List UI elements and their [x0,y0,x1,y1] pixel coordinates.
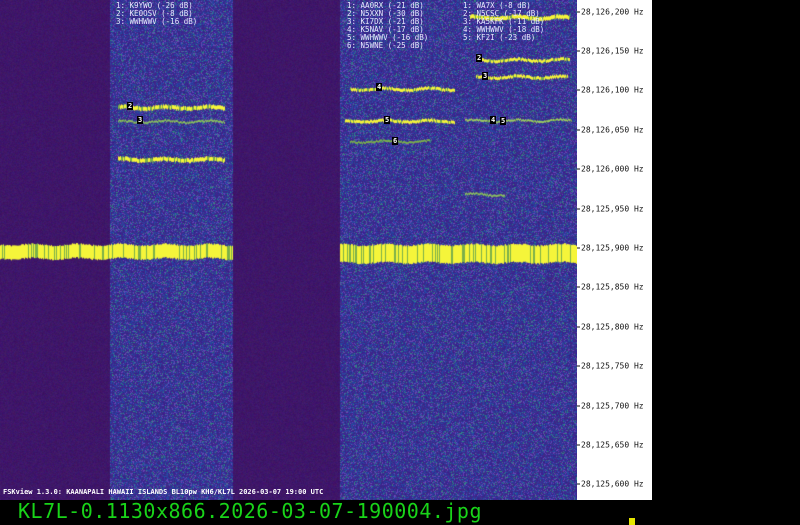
trace-marker: 5 [500,117,506,125]
axis-label: 28,126,000 Hz [577,165,644,174]
axis-label: 28,125,650 Hz [577,441,644,450]
axis-label: 28,126,200 Hz [577,8,644,17]
axis-label: 28,125,850 Hz [577,283,644,292]
spectrogram-caption: FSKview 1.3.0: KAANAPALI HAWAII ISLANDS … [3,488,323,496]
trace-marker: 2 [476,54,482,62]
axis-label: 28,125,900 Hz [577,244,644,253]
image-filename: KL7L-0.1130x866.2026-03-07-190004.jpg [18,499,482,523]
axis-label: 28,126,050 Hz [577,126,644,135]
text-cursor [629,518,635,525]
trace-marker: 5 [384,116,390,124]
legend-line: 5: KF2I (-23 dB) [463,34,544,42]
axis-label: 28,125,750 Hz [577,362,644,371]
axis-label: 28,126,100 Hz [577,86,644,95]
decode-legend-2: 1: AA0RX (-21 dB) 2: N5XXN (-30 dB) 3: KI7… [347,2,428,50]
axis-label: 28,125,950 Hz [577,205,644,214]
trace-marker: 4 [376,83,382,91]
axis-label: 28,125,800 Hz [577,323,644,332]
trace-marker: 6 [392,137,398,145]
legend-line: 6: N5WNE (-25 dB) [347,42,428,50]
decode-legend-1: 1: K9YWO (-26 dB) 2: KE0OSV (-8 dB) 3: WWH… [116,2,197,26]
trace-marker: 4 [490,116,496,124]
spectrogram-waterfall [0,0,577,500]
axis-label: 28,126,150 Hz [577,47,644,56]
trace-marker: 3 [482,72,488,80]
decode-legend-3: 1: WA7X (-8 dB) 2: N5CSC (-17 dB) 3: KA5KF… [463,2,544,42]
frequency-axis: 28,126,200 Hz 28,126,150 Hz 28,126,100 H… [577,0,652,500]
legend-line: 3: WWHWWV (-16 dB) [116,18,197,26]
trace-marker: 3 [137,116,143,124]
axis-label: 28,125,600 Hz [577,480,644,489]
trace-marker: 2 [127,102,133,110]
axis-label: 28,125,700 Hz [577,402,644,411]
